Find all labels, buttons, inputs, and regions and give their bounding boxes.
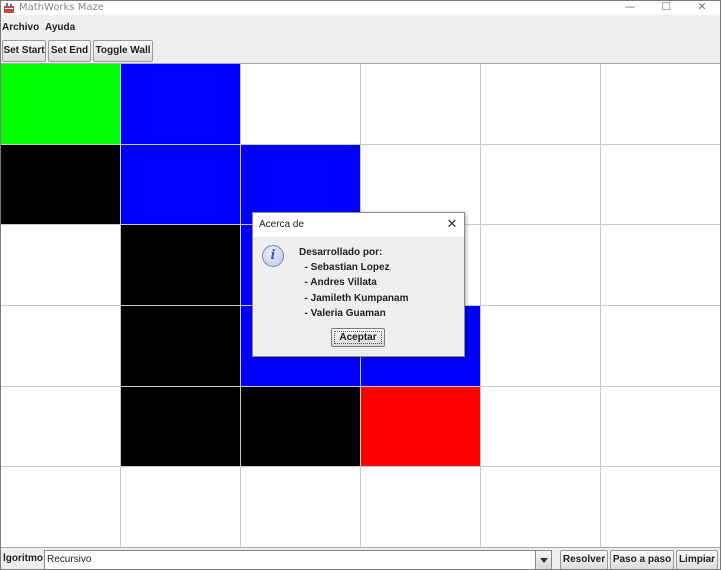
maze-cell-empty[interactable]: [601, 467, 720, 548]
chevron-down-icon[interactable]: [535, 551, 551, 569]
maze-cell-empty[interactable]: [481, 144, 601, 226]
maze-cell-wall[interactable]: [121, 386, 241, 468]
dialog-title: Acerca de: [259, 219, 305, 230]
maze-cell-empty[interactable]: [601, 306, 720, 387]
maze-cell-empty[interactable]: [481, 225, 601, 306]
maze-cell-empty[interactable]: [1, 306, 121, 387]
maze-cell-wall[interactable]: [241, 386, 361, 468]
maze-cell-empty[interactable]: [481, 64, 601, 145]
minimize-button[interactable]: —: [613, 1, 647, 15]
dialog-close-icon[interactable]: ✕: [443, 216, 461, 234]
maze-cell-empty[interactable]: [601, 64, 720, 145]
dialog-author: - Jamileth Kumpanam: [299, 293, 409, 304]
maze-cell-end[interactable]: [361, 386, 481, 468]
maze-cell-empty[interactable]: [601, 225, 720, 306]
java-app-icon: [4, 3, 14, 13]
maze-cell-wall[interactable]: [1, 144, 121, 226]
close-button[interactable]: ✕: [685, 1, 719, 15]
aceptar-button[interactable]: Aceptar: [331, 328, 385, 347]
maze-cell-path[interactable]: [121, 64, 241, 145]
maze-cell-empty[interactable]: [1, 386, 121, 468]
app-window: MathWorks Maze — ☐ ✕ Archivo Ayuda Set S…: [0, 0, 721, 570]
maze-cell-empty[interactable]: [241, 467, 361, 548]
algorithm-value: Recursivo: [47, 554, 92, 565]
paso-a-paso-button[interactable]: Paso a paso: [610, 550, 674, 569]
maze-cell-empty[interactable]: [481, 467, 601, 548]
maze-cell-empty[interactable]: [481, 386, 601, 468]
maze-cell-path[interactable]: [121, 144, 241, 226]
limpiar-button[interactable]: Limpiar: [676, 550, 718, 569]
toggle-wall-button[interactable]: Toggle Wall: [93, 40, 153, 62]
maze-cell-empty[interactable]: [241, 64, 361, 145]
maze-cell-start[interactable]: [1, 64, 121, 145]
info-icon: i: [262, 245, 284, 267]
dialog-author: - Valeria Guaman: [299, 308, 386, 319]
maze-cell-empty[interactable]: [601, 386, 720, 468]
maze-cell-empty[interactable]: [601, 144, 720, 226]
maze-cell-empty[interactable]: [1, 225, 121, 306]
algorithm-label: lgoritmo:: [3, 553, 47, 564]
set-start-button[interactable]: Set Start: [2, 40, 46, 62]
toolbar: Set Start Set End Toggle Wall: [1, 38, 720, 64]
dialog-author: - Sebastian Lopez: [299, 262, 390, 273]
menu-ayuda[interactable]: Ayuda: [45, 21, 75, 35]
algorithm-select[interactable]: Recursivo: [44, 550, 552, 569]
about-dialog: Acerca de ✕ i Desarrollado por: - Sebast…: [252, 212, 465, 357]
menu-bar: Archivo Ayuda: [1, 19, 720, 37]
maximize-button[interactable]: ☐: [649, 1, 683, 15]
maze-cell-empty[interactable]: [1, 467, 121, 548]
maze-cell-wall[interactable]: [121, 306, 241, 387]
window-title: MathWorks Maze: [19, 2, 104, 13]
dialog-author: - Andres Villata: [299, 277, 377, 288]
menu-archivo[interactable]: Archivo: [2, 21, 39, 35]
maze-cell-empty[interactable]: [361, 467, 481, 548]
bottom-bar: lgoritmo: Recursivo Resolver Paso a paso…: [1, 547, 720, 569]
resolver-button[interactable]: Resolver: [560, 550, 608, 569]
dialog-heading: Desarrollado por:: [299, 247, 383, 258]
dialog-title-bar[interactable]: Acerca de ✕: [253, 213, 464, 237]
set-end-button[interactable]: Set End: [48, 40, 91, 62]
maze-cell-wall[interactable]: [121, 225, 241, 306]
maze-cell-empty[interactable]: [121, 467, 241, 548]
maze-cell-empty[interactable]: [481, 306, 601, 387]
maze-cell-empty[interactable]: [361, 64, 481, 145]
title-bar[interactable]: MathWorks Maze — ☐ ✕: [1, 1, 720, 15]
